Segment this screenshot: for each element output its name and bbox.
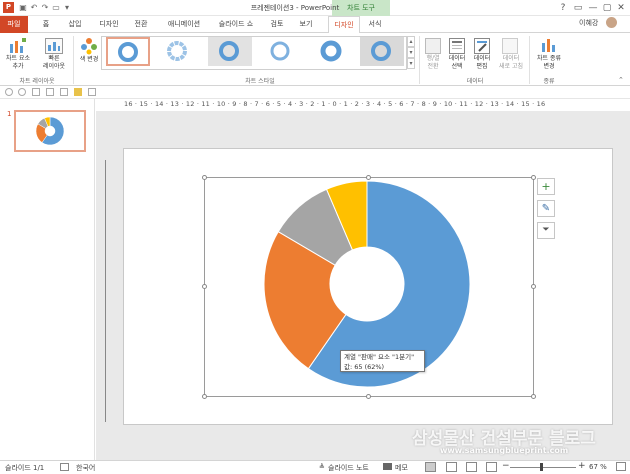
reading-view-icon[interactable] — [466, 462, 477, 472]
data-point-tooltip: 계열 "판매" 요소 "1분기" 값: 65 (62%) — [340, 350, 425, 372]
add-chart-element-button[interactable]: 차트 요소 추가 — [1, 55, 35, 71]
slide-counter: 슬라이드 1/1 — [5, 464, 45, 472]
fit-slide-icon[interactable] — [616, 462, 626, 471]
resize-handle[interactable] — [202, 394, 207, 399]
vertical-ruler — [100, 150, 112, 432]
change-chart-type-button[interactable]: 차트 종류 변경 — [531, 55, 567, 71]
ribbon-separator — [73, 36, 74, 84]
quick-layout-icon[interactable] — [45, 38, 63, 54]
change-colors-button[interactable]: 색 변경 — [75, 56, 103, 64]
chart-style-3[interactable] — [208, 37, 252, 66]
tab-file[interactable]: 파일 — [0, 16, 28, 33]
horizontal-ruler: 16 · 15 · 14 · 13 · 12 · 11 · 10 · 9 · 8… — [124, 100, 608, 111]
switch-row-column-button[interactable]: 행/열 전환 — [420, 55, 446, 71]
ribbon-separator — [529, 36, 530, 84]
zoom-out-button[interactable]: − — [502, 461, 510, 471]
comments-icon[interactable] — [383, 463, 392, 470]
save-icon[interactable]: ▣ — [18, 3, 28, 13]
normal-view-icon[interactable] — [425, 462, 436, 472]
slide-thumbnail[interactable] — [14, 110, 86, 152]
chart-elements-button[interactable]: + — [537, 178, 555, 195]
chart-style-6[interactable] — [360, 37, 404, 66]
toolbar-icon-3[interactable] — [32, 88, 40, 96]
group-type: 종류 — [543, 78, 555, 85]
chart-style-4[interactable] — [259, 37, 303, 66]
toolbar-icon-6[interactable] — [74, 88, 82, 96]
quick-layout-button[interactable]: 빠른 레이아웃 — [36, 55, 72, 71]
tab-design[interactable]: 디자인 — [96, 16, 122, 33]
group-chart-styles: 차트 스타일 — [245, 78, 275, 85]
comments-toggle[interactable]: 메모 — [395, 463, 408, 473]
tooltip-series-point: 계열 "판매" 요소 "1분기" — [344, 353, 415, 361]
refresh-data-button[interactable]: 데이터 새로 고침 — [494, 55, 528, 71]
toolbar-icon-2[interactable] — [18, 88, 26, 96]
ribbon-tabs — [0, 16, 630, 33]
language-indicator[interactable]: 한국어 — [76, 463, 95, 473]
gallery-scroll-down-button[interactable]: ▾ — [407, 47, 415, 58]
tab-chart-format[interactable]: 서식 — [366, 16, 384, 33]
zoom-in-button[interactable]: + — [578, 461, 586, 471]
notes-toggle[interactable]: 슬라이드 노트 — [328, 463, 369, 473]
chart-filters-button[interactable]: ⏷ — [537, 222, 555, 239]
qat-customize-icon[interactable]: ▾ — [62, 3, 72, 13]
user-name[interactable]: 이혜강 — [579, 18, 598, 28]
group-chart-layouts: 차트 레이아웃 — [19, 78, 55, 85]
tab-view[interactable]: 보기 — [297, 16, 315, 33]
refresh-data-icon[interactable] — [502, 38, 518, 54]
zoom-level[interactable]: 67 % — [589, 463, 607, 471]
tab-review[interactable]: 검토 — [268, 16, 286, 33]
resize-handle[interactable] — [531, 394, 536, 399]
slide-sorter-icon[interactable] — [446, 462, 457, 472]
start-slideshow-icon[interactable]: ▭ — [51, 3, 61, 13]
chart-style-5[interactable] — [310, 37, 354, 66]
resize-handle[interactable] — [531, 175, 536, 180]
zoom-slider-thumb[interactable] — [540, 463, 543, 471]
select-data-icon[interactable] — [449, 38, 465, 54]
edit-data-icon[interactable] — [474, 38, 490, 54]
select-data-button[interactable]: 데이터 선택 — [445, 55, 469, 71]
slide-number: 1 — [7, 110, 12, 118]
notes-icon: ≜ — [319, 463, 325, 471]
gallery-more-button[interactable]: ▾ — [407, 58, 415, 69]
tab-chart-design[interactable]: 디자인 — [328, 16, 360, 33]
chart-style-2[interactable] — [156, 37, 200, 66]
tab-home[interactable]: 홈 — [38, 16, 54, 33]
toolbar-icon-4[interactable] — [46, 88, 54, 96]
group-data: 데이터 — [466, 78, 484, 85]
watermark-url: www.samsungblueprint.com — [440, 446, 569, 455]
tab-insert[interactable]: 삽입 — [64, 16, 86, 33]
slideshow-view-icon[interactable] — [486, 462, 497, 472]
collapse-ribbon-icon[interactable]: ⌃ — [618, 76, 624, 84]
zoom-slider-track[interactable] — [510, 467, 576, 468]
edit-data-button[interactable]: 데이터 편집 — [469, 55, 495, 71]
resize-handle[interactable] — [202, 175, 207, 180]
close-button[interactable]: ✕ — [612, 0, 630, 16]
resize-handle[interactable] — [202, 284, 207, 289]
resize-handle[interactable] — [531, 284, 536, 289]
switch-row-column-icon[interactable] — [425, 38, 441, 54]
tab-slideshow[interactable]: 슬라이드 쇼 — [215, 16, 257, 33]
toolbar-icon-5[interactable] — [60, 88, 68, 96]
slide-thumbnail-pane — [0, 99, 95, 460]
tab-transitions[interactable]: 전환 — [132, 16, 150, 33]
toolbar-icon-1[interactable] — [5, 88, 13, 96]
chart-styles-brush-button[interactable]: ✎ — [537, 200, 555, 217]
app-logo-icon[interactable]: P — [3, 2, 14, 13]
tab-animations[interactable]: 애니메이션 — [164, 16, 204, 33]
window-title: 프레젠테이션3 - PowerPoint — [250, 4, 340, 12]
change-colors-icon[interactable] — [80, 37, 98, 55]
undo-icon[interactable]: ↶ — [29, 3, 39, 13]
user-avatar[interactable] — [606, 17, 617, 28]
change-chart-type-icon[interactable] — [541, 37, 557, 53]
gallery-scroll-up-button[interactable]: ▴ — [407, 36, 415, 47]
spellcheck-icon[interactable] — [60, 463, 69, 471]
redo-icon[interactable]: ↷ — [40, 3, 50, 13]
chart-style-1[interactable] — [106, 37, 150, 66]
add-chart-element-icon[interactable] — [9, 38, 27, 54]
tooltip-value: 값: 65 (62%) — [344, 363, 385, 371]
toolbar-icon-7[interactable] — [88, 88, 96, 96]
